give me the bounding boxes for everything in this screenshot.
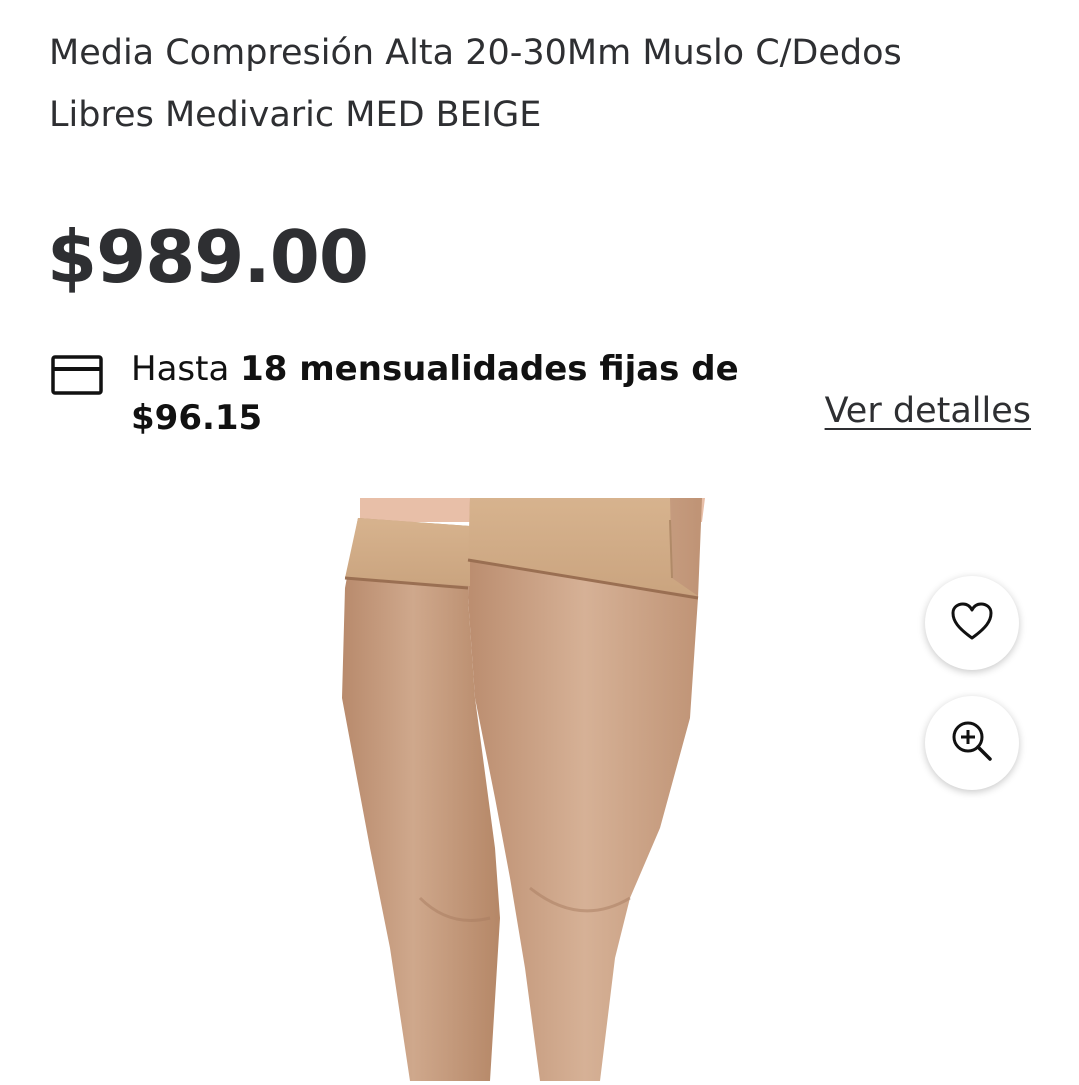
installments-prefix: Hasta xyxy=(131,349,241,389)
product-title: Media Compresión Alta 20-30Mm Muslo C/De… xyxy=(49,33,902,135)
installments-count: 18 mensualidades fijas de xyxy=(240,349,739,389)
zoom-button[interactable] xyxy=(925,696,1019,790)
zoom-in-icon xyxy=(950,719,994,767)
ver-detalles-link[interactable]: Ver detalles xyxy=(825,389,1031,433)
installments-info: Hasta 18 mensualidades fijas de $96.15 V… xyxy=(0,345,1079,445)
product-price: $989.00 xyxy=(47,215,369,299)
favorite-button[interactable] xyxy=(925,576,1019,670)
product-image[interactable] xyxy=(300,498,780,1081)
heart-icon xyxy=(950,601,994,645)
installments-text: Hasta 18 mensualidades fijas de $96.15 xyxy=(131,345,771,443)
installments-amount: $96.15 xyxy=(131,398,263,438)
credit-card-icon xyxy=(51,355,103,395)
